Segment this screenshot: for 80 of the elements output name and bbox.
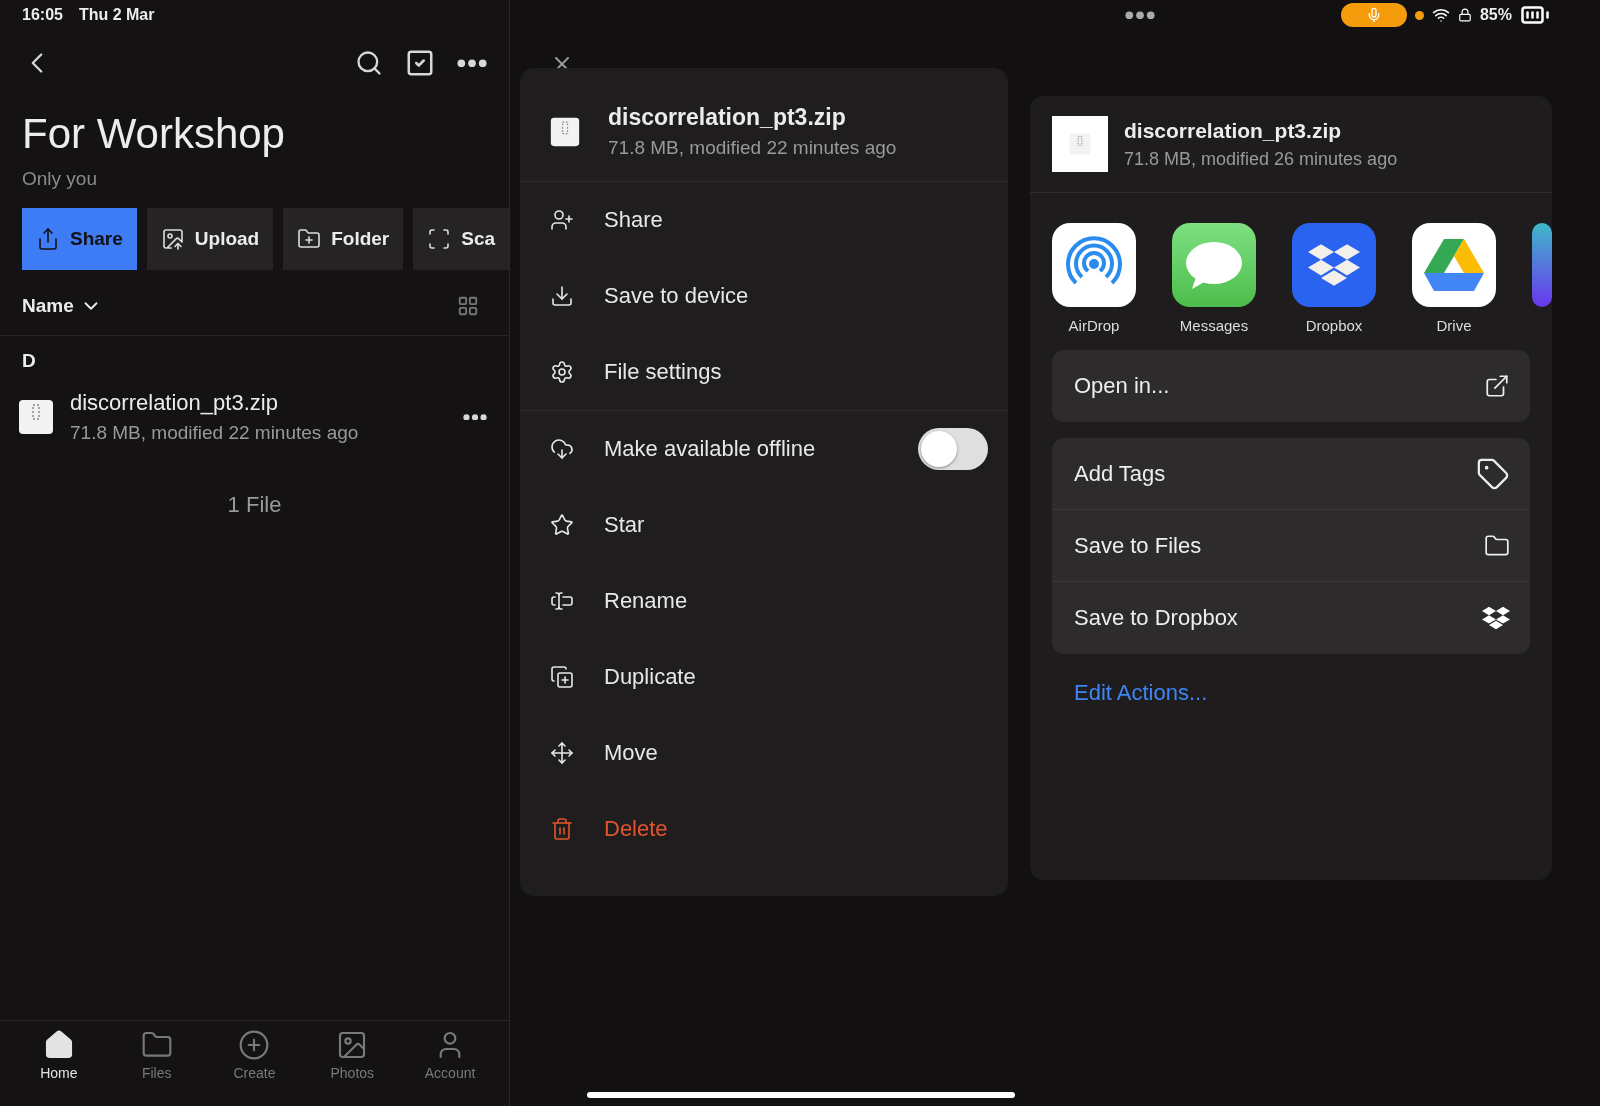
zip-file-icon — [550, 116, 580, 147]
folder-plus-icon — [297, 227, 322, 251]
open-boxes-icon — [1482, 604, 1510, 632]
grid-view-button[interactable] — [457, 294, 479, 317]
zip-file-icon — [1069, 133, 1091, 155]
trash-icon — [550, 817, 574, 841]
star-icon — [550, 513, 574, 537]
share-app-button[interactable]: Messages — [1172, 223, 1256, 334]
triangle-logo-icon — [1412, 223, 1496, 307]
menu-item[interactable]: Duplicate — [520, 639, 1008, 715]
move-arrows-icon — [550, 741, 574, 765]
scan-frame-icon — [427, 227, 452, 251]
text-cursor-icon — [550, 589, 574, 613]
more-button[interactable] — [457, 58, 487, 68]
action-button[interactable]: Sca — [413, 208, 509, 270]
share-action-item[interactable]: Open in... — [1052, 350, 1530, 422]
file-name[interactable]: discorrelation_pt3.zip — [70, 390, 447, 416]
action-button[interactable]: Folder — [283, 208, 404, 270]
tab-bar-item[interactable]: Files — [116, 1029, 197, 1106]
action-button[interactable]: Share — [22, 208, 137, 270]
search-button[interactable] — [355, 49, 383, 77]
ellipsis-icon — [457, 58, 487, 68]
external-link-icon — [1484, 373, 1510, 399]
file-more-button[interactable] — [463, 413, 487, 421]
checkbox-icon — [405, 48, 435, 78]
share-action-item[interactable]: Save to Files — [1052, 510, 1530, 582]
plus-circle-icon — [238, 1029, 271, 1061]
cloud-download-icon — [550, 437, 574, 461]
menu-item[interactable]: Delete — [520, 791, 1008, 867]
open-boxes-icon — [1292, 223, 1376, 307]
download-icon — [550, 284, 574, 308]
search-icon — [355, 49, 383, 77]
image-upload-icon — [160, 227, 185, 251]
grid-icon — [457, 294, 479, 317]
status-date: Thu 2 Mar — [78, 6, 155, 24]
share-app-button[interactable]: Drive — [1412, 223, 1496, 334]
action-button[interactable]: Upload — [146, 208, 274, 270]
settings-icon — [550, 360, 574, 384]
duplicate-icon — [550, 665, 574, 689]
share-action-item[interactable]: Save to Dropbox — [1052, 582, 1530, 654]
ellipsis-icon[interactable] — [1125, 10, 1155, 20]
menu-file-name: discorrelation_pt3.zip — [608, 104, 847, 131]
tab-bar-item[interactable]: Create — [214, 1029, 295, 1106]
share-action-item[interactable]: Add Tags — [1052, 438, 1530, 510]
section-header: D — [21, 349, 37, 372]
share-app-button[interactable]: Dropbox — [1292, 223, 1376, 334]
folder-title: For Workshop — [22, 110, 286, 158]
airdrop-icon — [1052, 223, 1136, 307]
share-file-name: discorrelation_pt3.zip — [1124, 118, 1343, 143]
select-checkbox-button[interactable] — [405, 48, 435, 78]
sort-button[interactable]: Name — [22, 294, 102, 317]
zip-file-icon — [18, 399, 54, 435]
menu-item[interactable]: Move — [520, 715, 1008, 791]
menu-item[interactable]: Star — [520, 487, 1008, 563]
share-file-meta: 71.8 MB, modified 26 minutes ago — [1124, 148, 1399, 170]
file-meta: 71.8 MB, modified 22 minutes ago — [70, 422, 360, 444]
menu-file-meta: 71.8 MB, modified 22 minutes ago — [608, 137, 898, 159]
tab-bar-item[interactable]: Home — [18, 1029, 99, 1106]
battery-percentage: 85% — [1479, 6, 1512, 24]
offline-toggle[interactable] — [918, 428, 988, 470]
speech-bubble-icon — [1172, 223, 1256, 307]
tab-bar-item[interactable]: Account — [410, 1029, 491, 1106]
menu-item[interactable]: Save to device — [520, 258, 1008, 334]
edit-actions-link[interactable]: Edit Actions... — [1074, 680, 1208, 706]
app-icon[interactable] — [1532, 223, 1552, 307]
status-time: 16:05 — [22, 6, 63, 24]
menu-item[interactable]: Share — [520, 182, 1008, 258]
person-plus-icon — [550, 208, 574, 232]
wifi-icon — [1431, 6, 1450, 24]
menu-item[interactable]: Make available offline — [520, 411, 1008, 487]
menu-item[interactable]: File settings — [520, 334, 1008, 410]
folder-icon — [1484, 532, 1510, 559]
menu-item[interactable]: Rename — [520, 563, 1008, 639]
ellipsis-icon — [463, 413, 487, 421]
recording-dot-icon — [1414, 10, 1424, 20]
share-app-button[interactable]: AirDrop — [1052, 223, 1136, 334]
tab-bar-item[interactable]: Photos — [312, 1029, 393, 1106]
sharing-status: Only you — [22, 168, 98, 190]
tag-icon — [1476, 456, 1510, 491]
file-count: 1 File — [226, 492, 283, 518]
